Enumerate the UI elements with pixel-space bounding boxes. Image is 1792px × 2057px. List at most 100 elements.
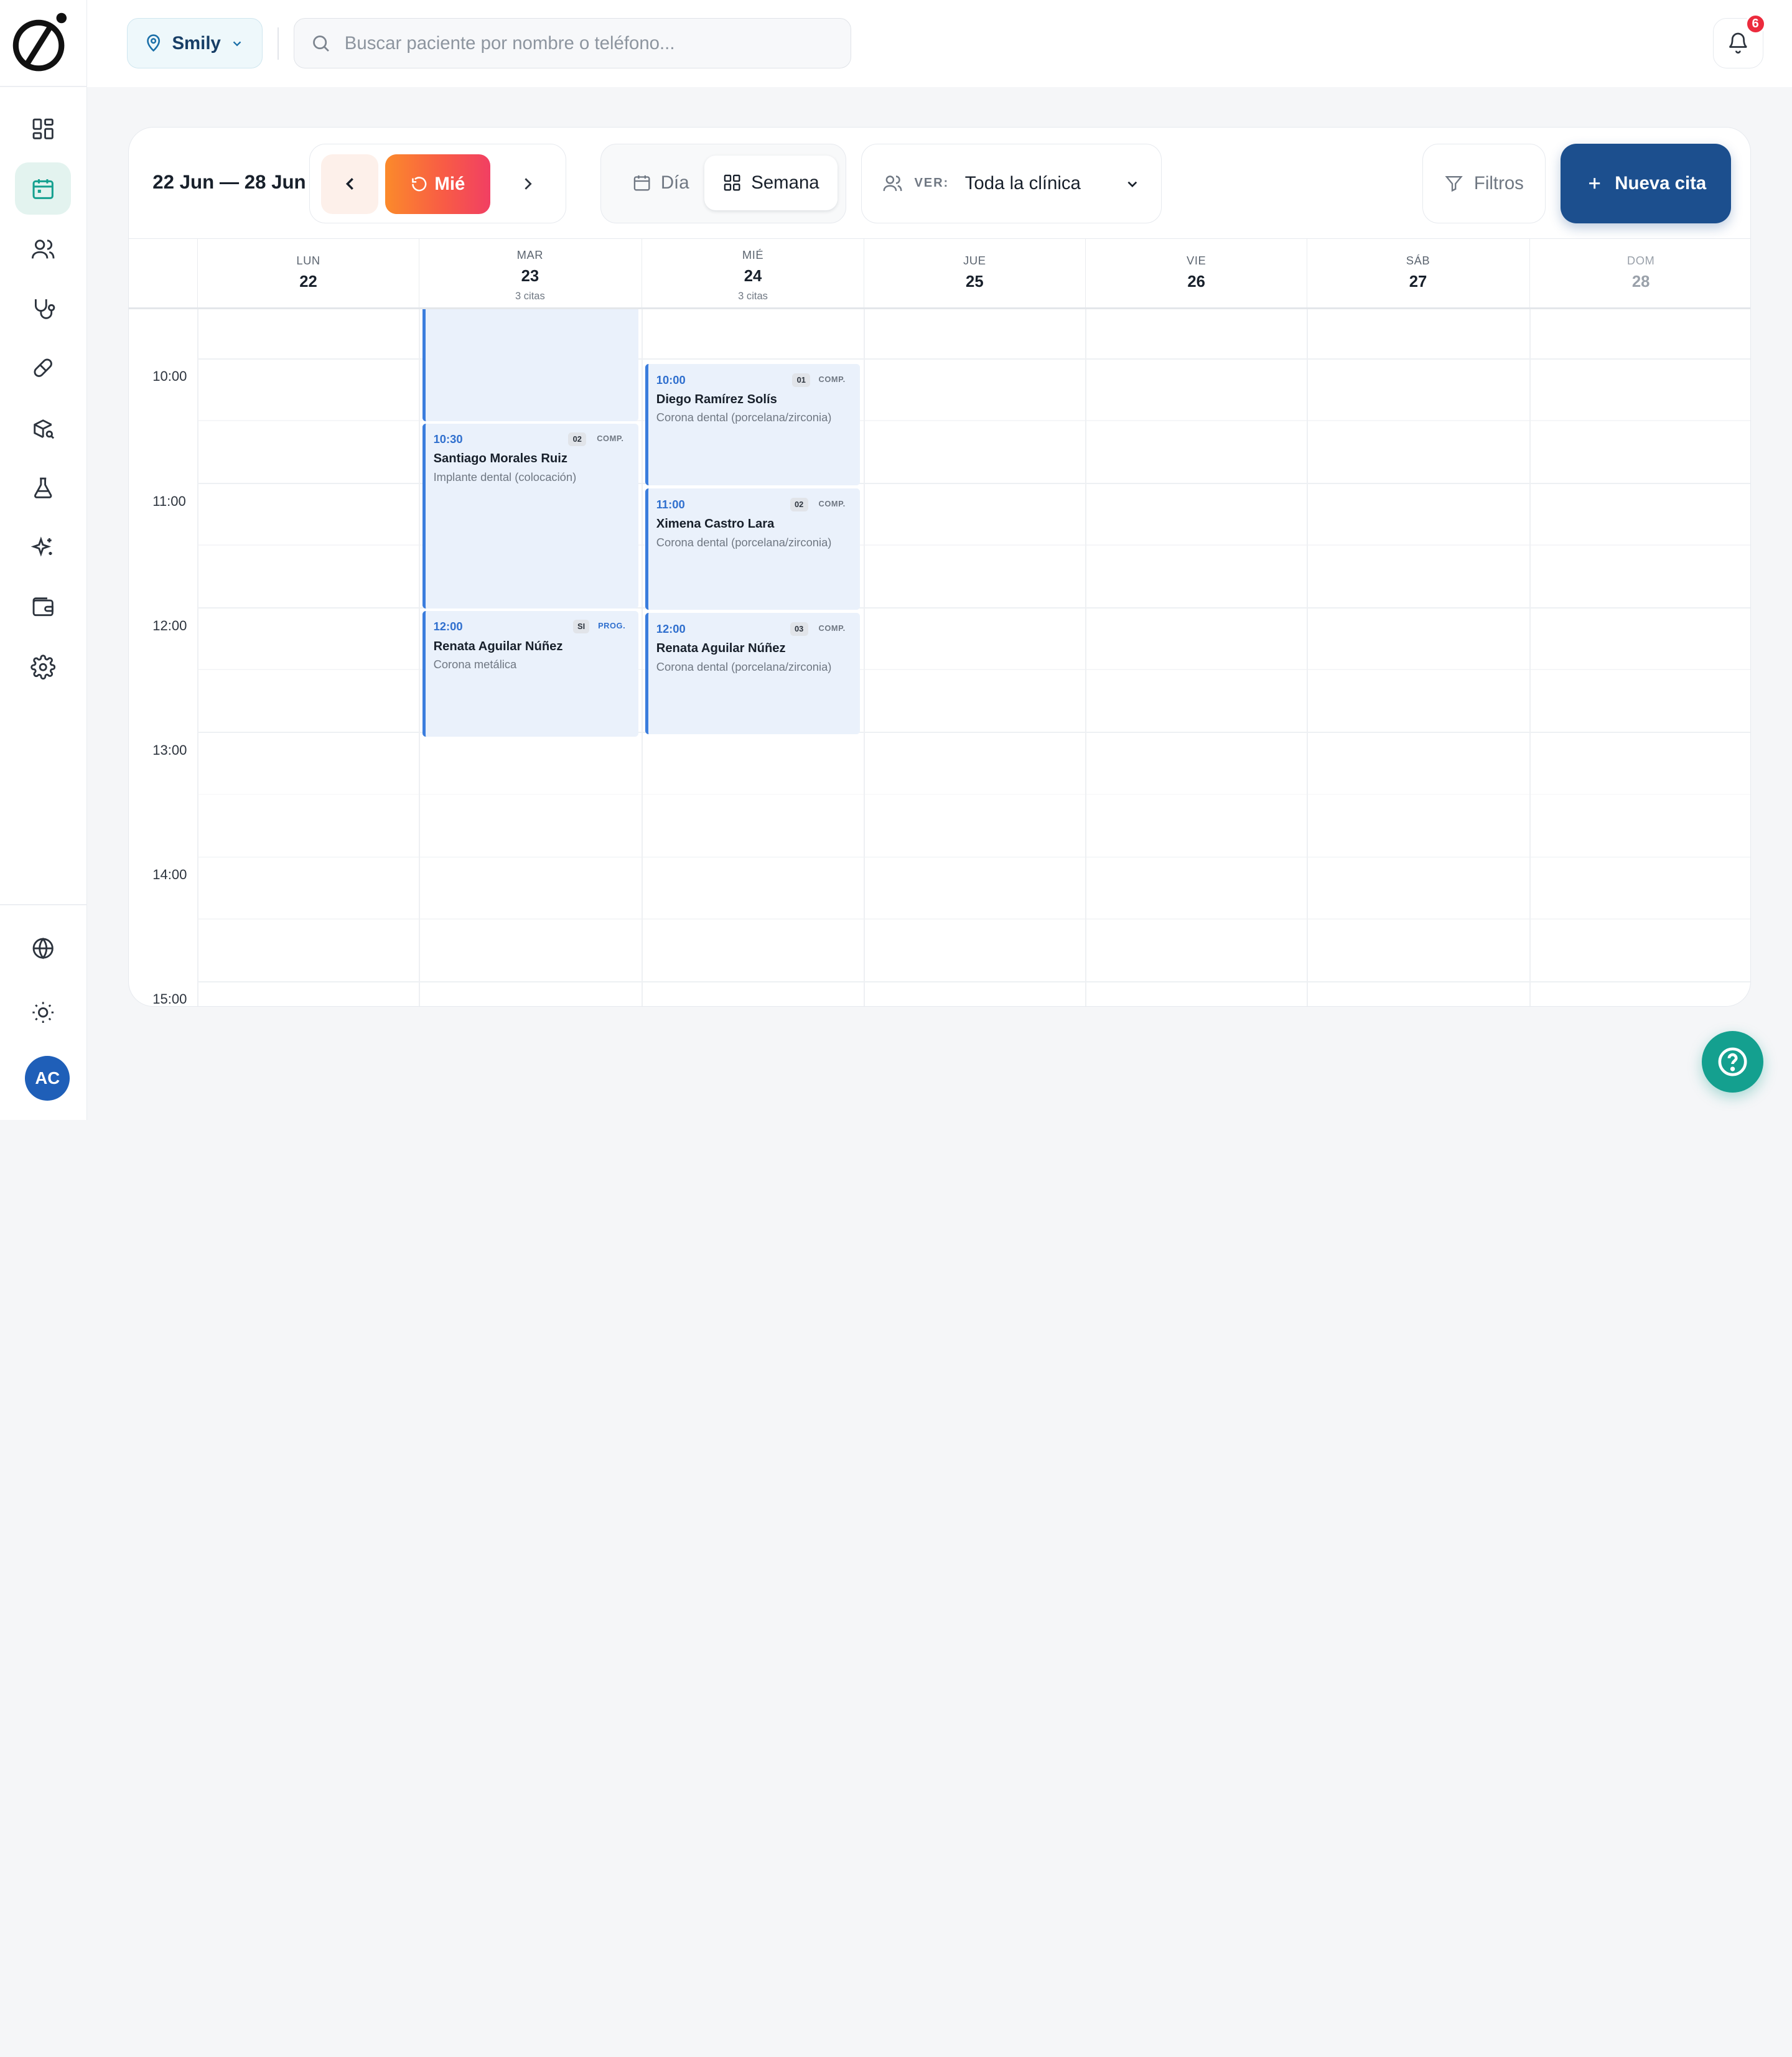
day-of-week: SÁB — [1406, 253, 1430, 267]
view-scope-value: Toda la clínica — [964, 172, 1081, 194]
search-icon — [312, 35, 329, 52]
stethoscope-icon — [34, 299, 55, 319]
sidebar-item-lab[interactable] — [15, 462, 71, 514]
appointment-block[interactable]: 12:00 03 COMP. Renata Aguilar Núñez Coro… — [645, 613, 861, 735]
help-button[interactable] — [1701, 1030, 1764, 1093]
wallet-icon — [32, 597, 54, 617]
day-header-tue[interactable]: MAR 23 3 citas — [419, 239, 640, 308]
patient-name: Diego Ramírez Solís — [656, 392, 777, 406]
sidebar-item-ai[interactable] — [15, 521, 71, 574]
top-header: Smily 6 — [86, 0, 1792, 87]
calendar-card: 22 Jun — 28 Jun Mié Día Semana VER: Toda… — [128, 126, 1751, 1007]
procedure-name: Corona metálica — [433, 658, 517, 671]
sidebar-item-stethoscope[interactable] — [15, 282, 71, 335]
sidebar: AC — [0, 0, 87, 1120]
grid-icon — [724, 175, 740, 191]
day-header-thu[interactable]: JUE 25 — [863, 239, 1085, 308]
filters-button[interactable]: Filtros — [1422, 143, 1546, 224]
view-day-button[interactable]: Día — [615, 156, 706, 210]
plus-icon — [1589, 178, 1600, 189]
view-mode-toggle: Día Semana — [600, 143, 847, 224]
view-day-label: Día — [660, 172, 689, 193]
today-button[interactable]: Mié — [385, 154, 491, 214]
date-range-label: 22 Jun — 28 Jun — [152, 170, 306, 193]
app-root: AC Smily 6 22 Jun — 28 Jun — [0, 0, 1792, 1120]
search-input[interactable] — [344, 32, 847, 54]
flask-icon — [34, 477, 52, 498]
header-divider — [278, 27, 279, 60]
day-of-week: MAR — [516, 248, 544, 261]
appointment-time: 12:00 — [656, 622, 686, 636]
gear-icon — [30, 655, 55, 680]
sidebar-item-pill[interactable] — [15, 342, 71, 394]
day-header-fri[interactable]: VIE 26 — [1085, 239, 1307, 308]
clinic-name: Smily — [172, 32, 221, 54]
help-circle-icon — [1718, 1047, 1747, 1076]
calendar-grid[interactable]: 10:00 11:00 12:00 13:00 14:00 15:00 10:3… — [129, 309, 1750, 1007]
sun-icon — [32, 1002, 54, 1024]
clinic-selector[interactable]: Smily — [126, 18, 263, 69]
sidebar-item-theme[interactable] — [15, 986, 71, 1038]
sidebar-item-calendar[interactable] — [14, 162, 71, 215]
room-badge: 02 — [568, 432, 587, 447]
day-of-month: 23 — [521, 267, 539, 285]
appointment-status: COMP. — [818, 374, 846, 384]
sidebar-item-patients[interactable] — [15, 223, 71, 275]
bell-icon — [1729, 33, 1747, 54]
next-week-button[interactable] — [500, 154, 557, 214]
sidebar-divider — [0, 903, 87, 905]
sidebar-item-language[interactable] — [15, 922, 71, 974]
filter-icon — [1445, 176, 1463, 192]
appointment-block[interactable]: 10:30 02 COMP. Santiago Morales Ruiz Imp… — [422, 423, 638, 609]
appointment-count: 3 citas — [515, 290, 545, 302]
view-scope-select[interactable]: VER: Toda la clínica — [861, 143, 1162, 224]
room-badge: 03 — [790, 622, 808, 637]
sidebar-divider — [0, 85, 87, 87]
app-logo[interactable] — [11, 11, 71, 73]
calendar-toolbar: 22 Jun — 28 Jun Mié Día Semana VER: Toda… — [129, 128, 1750, 238]
room-badge: 02 — [790, 497, 808, 511]
day-of-week: MIÉ — [742, 248, 764, 261]
calendar-icon — [32, 179, 54, 199]
hour-line — [197, 981, 1750, 982]
procedure-name: Corona dental (porcelana/zirconia) — [656, 535, 832, 549]
procedure-name: Corona dental (porcelana/zirconia) — [656, 411, 832, 424]
sidebar-item-settings[interactable] — [15, 641, 71, 693]
appointment-block[interactable]: 10:00 01 COMP. Diego Ramírez Solís Coron… — [645, 364, 861, 485]
appointment-status: PROG. — [598, 621, 626, 631]
appointment-time: 10:00 — [656, 373, 686, 386]
notification-badge: 6 — [1745, 14, 1766, 35]
chevron-left-icon — [345, 178, 353, 190]
appointment-block[interactable] — [422, 309, 638, 421]
user-avatar[interactable]: AC — [25, 1056, 70, 1101]
day-header-mon[interactable]: LUN 22 — [197, 239, 419, 308]
procedure-name: Corona dental (porcelana/zirconia) — [656, 660, 832, 673]
day-column-line — [197, 309, 198, 1007]
appointment-block[interactable]: 11:00 02 COMP. Ximena Castro Lara Corona… — [645, 488, 861, 610]
globe-icon — [32, 938, 54, 959]
users-icon — [31, 240, 55, 259]
day-header-wed[interactable]: MIÉ 24 3 citas — [642, 239, 863, 308]
hour-label: 13:00 — [152, 742, 187, 758]
appointment-block[interactable]: 12:00 SI PROG. Renata Aguilar Núñez Coro… — [422, 610, 638, 737]
package-search-icon — [33, 419, 54, 439]
day-of-month: 22 — [299, 273, 317, 291]
previous-week-button[interactable] — [321, 154, 379, 214]
day-of-month: 27 — [1409, 273, 1427, 291]
sidebar-item-wallet[interactable] — [15, 581, 71, 633]
view-week-button[interactable]: Semana — [704, 155, 838, 211]
dashboard-icon — [32, 118, 54, 140]
new-appointment-button[interactable]: Nueva cita — [1561, 143, 1731, 224]
today-label: Mié — [434, 173, 465, 194]
filters-label: Filtros — [1473, 172, 1524, 194]
day-header-sat[interactable]: SÁB 27 — [1307, 239, 1528, 308]
sidebar-item-inventory[interactable] — [15, 403, 71, 455]
chevron-down-icon — [233, 41, 241, 47]
day-of-week: DOM — [1626, 253, 1655, 267]
day-header-sun[interactable]: DOM 28 — [1529, 239, 1750, 308]
room-badge: 01 — [792, 373, 811, 387]
patient-name: Santiago Morales Ruiz — [433, 452, 567, 466]
sidebar-item-dashboard[interactable] — [15, 103, 71, 155]
hour-label: 12:00 — [152, 617, 187, 633]
procedure-name: Implante dental (colocación) — [433, 470, 577, 483]
